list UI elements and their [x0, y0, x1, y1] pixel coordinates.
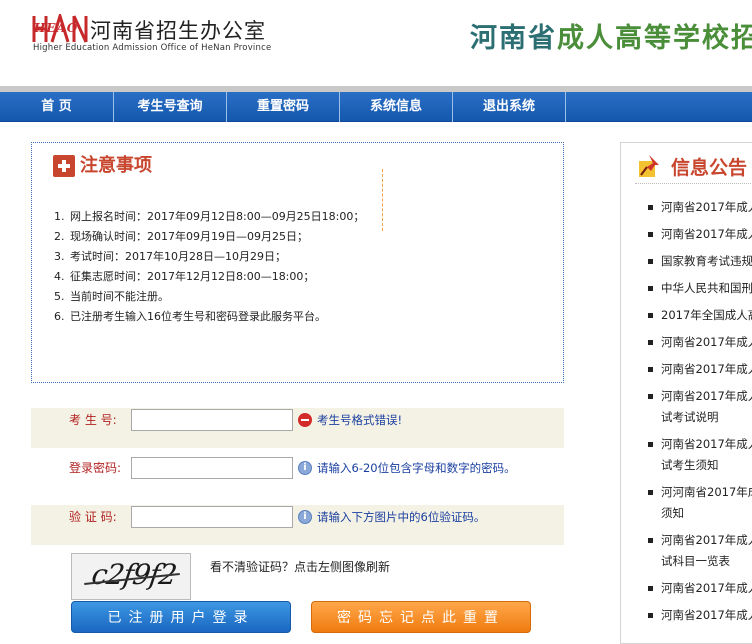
notice-title: 注意事项	[80, 155, 152, 176]
captcha-row: 验 证 码: 请输入下方图片中的6位验证码。	[31, 505, 564, 545]
site-title-system: 成人高等学校招	[557, 23, 752, 54]
site-title-province: 河南省	[470, 23, 557, 54]
org-name-cn: 河南省招生办公室	[90, 19, 266, 43]
announcements-divider	[635, 183, 752, 184]
announcement-link[interactable]: 河南省2017年成人	[661, 386, 752, 406]
announcements-panel: 信息公告 河南省2017年成人 河南省2017年成人 国家教育考试违规 中华人民…	[620, 142, 752, 644]
list-item-text: 网上报名时间：2017年09月12日8:00—09月25日18:00；	[70, 210, 365, 223]
password-label: 登录密码:	[69, 461, 122, 475]
bullet-icon	[648, 367, 653, 372]
list-item-number: 5.	[54, 290, 65, 303]
announcement-link-continued[interactable]: 须知	[661, 503, 684, 523]
announcement-link[interactable]: 2017年全国成人高	[661, 305, 752, 325]
org-name-en: Higher Education Admission Office of HeN…	[33, 43, 272, 53]
list-item-text: 当前时间不能注册。	[70, 290, 169, 303]
bullet-icon	[648, 586, 653, 591]
nav-reset-password[interactable]: 重置密码	[227, 92, 340, 122]
nav-system-info[interactable]: 系统信息	[340, 92, 453, 122]
list-item-number: 1.	[54, 210, 65, 223]
captcha-image[interactable]: c2f9f2	[71, 553, 191, 600]
list-item: 1. 网上报名时间：2017年09月12日8:00—09月25日18:00；	[54, 207, 364, 227]
exam-no-label: 考 生 号:	[69, 413, 117, 427]
announcement-link[interactable]: 河河南省2017年成	[661, 482, 752, 502]
list-item-text: 已注册考生输入16位考生号和密码登录此服务平台。	[70, 310, 326, 323]
password-input[interactable]	[131, 457, 293, 479]
site-title: 河南省成人高等学校招	[470, 16, 752, 55]
bullet-icon	[648, 313, 653, 318]
exam-no-row: 考 生 号: 考生号格式错误!	[31, 408, 564, 448]
bullet-icon	[648, 490, 653, 495]
announcement-link[interactable]: 河南省2017年成人	[661, 332, 752, 352]
site-header: HEAO 河南省招生办公室 Higher Education Admission…	[0, 0, 752, 86]
bullet-icon	[648, 442, 653, 447]
error-icon	[298, 413, 312, 427]
reset-password-button[interactable]: 密码忘记点此重置	[311, 601, 531, 633]
announcement-link[interactable]: 中华人民共和国刑	[661, 278, 752, 298]
bullet-icon	[648, 394, 653, 399]
bullet-icon	[648, 232, 653, 237]
pushpin-icon	[639, 155, 659, 177]
bullet-icon	[648, 538, 653, 543]
password-row: 登录密码: 请输入6-20位包含字母和数字的密码。	[31, 456, 564, 496]
bullet-icon	[648, 340, 653, 345]
announcement-link[interactable]: 河南省2017年成人	[661, 578, 752, 598]
announcement-link-continued[interactable]: 试考试说明	[661, 407, 719, 427]
list-item: 6. 已注册考生输入16位考生号和密码登录此服务平台。	[54, 307, 364, 327]
list-item-number: 6.	[54, 310, 65, 323]
list-item-number: 4.	[54, 270, 65, 283]
list-item-number: 3.	[54, 250, 65, 263]
captcha-hint-text: 请输入下方图片中的6位验证码。	[317, 510, 486, 524]
announcement-link-continued[interactable]: 试科目一览表	[661, 551, 730, 571]
bullet-icon	[648, 205, 653, 210]
announcement-link[interactable]: 河南省2017年成人	[661, 359, 752, 379]
list-item-number: 2.	[54, 230, 65, 243]
bullet-icon	[648, 286, 653, 291]
announcement-link[interactable]: 河南省2017年成人	[661, 197, 752, 217]
captcha-refresh-tip: 看不清验证码？点击左侧图像刷新	[210, 560, 391, 574]
bullet-icon	[648, 259, 653, 264]
announcement-link[interactable]: 河南省2017年成人	[661, 224, 752, 244]
password-hint-text: 请输入6-20位包含字母和数字的密码。	[317, 461, 516, 475]
captcha-input[interactable]	[131, 506, 293, 528]
notice-list: 1. 网上报名时间：2017年09月12日8:00—09月25日18:00； 2.…	[54, 207, 364, 327]
announcements-header: 信息公告	[637, 149, 752, 181]
list-item: 4. 征集志愿时间：2017年12月12日8:00—18:00；	[54, 267, 364, 287]
nav-home[interactable]: 首 页	[0, 92, 114, 122]
list-item-text: 征集志愿时间：2017年12月12日8:00—18:00；	[70, 270, 315, 283]
nav-exam-no-query[interactable]: 考生号查询	[114, 92, 227, 122]
announcement-link[interactable]: 河南省2017年成人	[661, 530, 752, 550]
list-item-text: 现场确认时间：2017年09月19日—09月25日；	[70, 230, 308, 243]
list-item: 2. 现场确认时间：2017年09月19日—09月25日；	[54, 227, 364, 247]
login-button[interactable]: 已注册用户登录	[71, 601, 291, 633]
info-icon	[298, 461, 312, 475]
announcement-link[interactable]: 河南省2017年成人	[661, 434, 752, 454]
announcement-link[interactable]: 国家教育考试违规	[661, 251, 752, 271]
logo-mark-text: HEAO	[34, 21, 79, 35]
announcement-link[interactable]: 河南省2017年成人	[661, 605, 752, 625]
captcha-label: 验 证 码:	[69, 510, 117, 524]
info-icon	[298, 510, 312, 524]
list-item-text: 考试时间：2017年10月28日—10月29日；	[70, 250, 286, 263]
notice-divider	[382, 169, 383, 231]
bullet-icon	[648, 613, 653, 618]
main-nav: 首 页 考生号查询 重置密码 系统信息 退出系统	[0, 92, 752, 122]
announcements-title: 信息公告	[671, 157, 748, 179]
exam-no-input[interactable]	[131, 409, 293, 431]
plus-icon	[53, 155, 75, 177]
list-item: 5. 当前时间不能注册。	[54, 287, 364, 307]
exam-no-hint-text: 考生号格式错误!	[317, 413, 403, 427]
notice-panel: 注意事项 1. 网上报名时间：2017年09月12日8:00—09月25日18:0…	[31, 142, 564, 383]
logo: HEAO	[32, 14, 88, 44]
nav-logout[interactable]: 退出系统	[453, 92, 566, 122]
list-item: 3. 考试时间：2017年10月28日—10月29日；	[54, 247, 364, 267]
announcement-link-continued[interactable]: 试考生须知	[661, 455, 719, 475]
